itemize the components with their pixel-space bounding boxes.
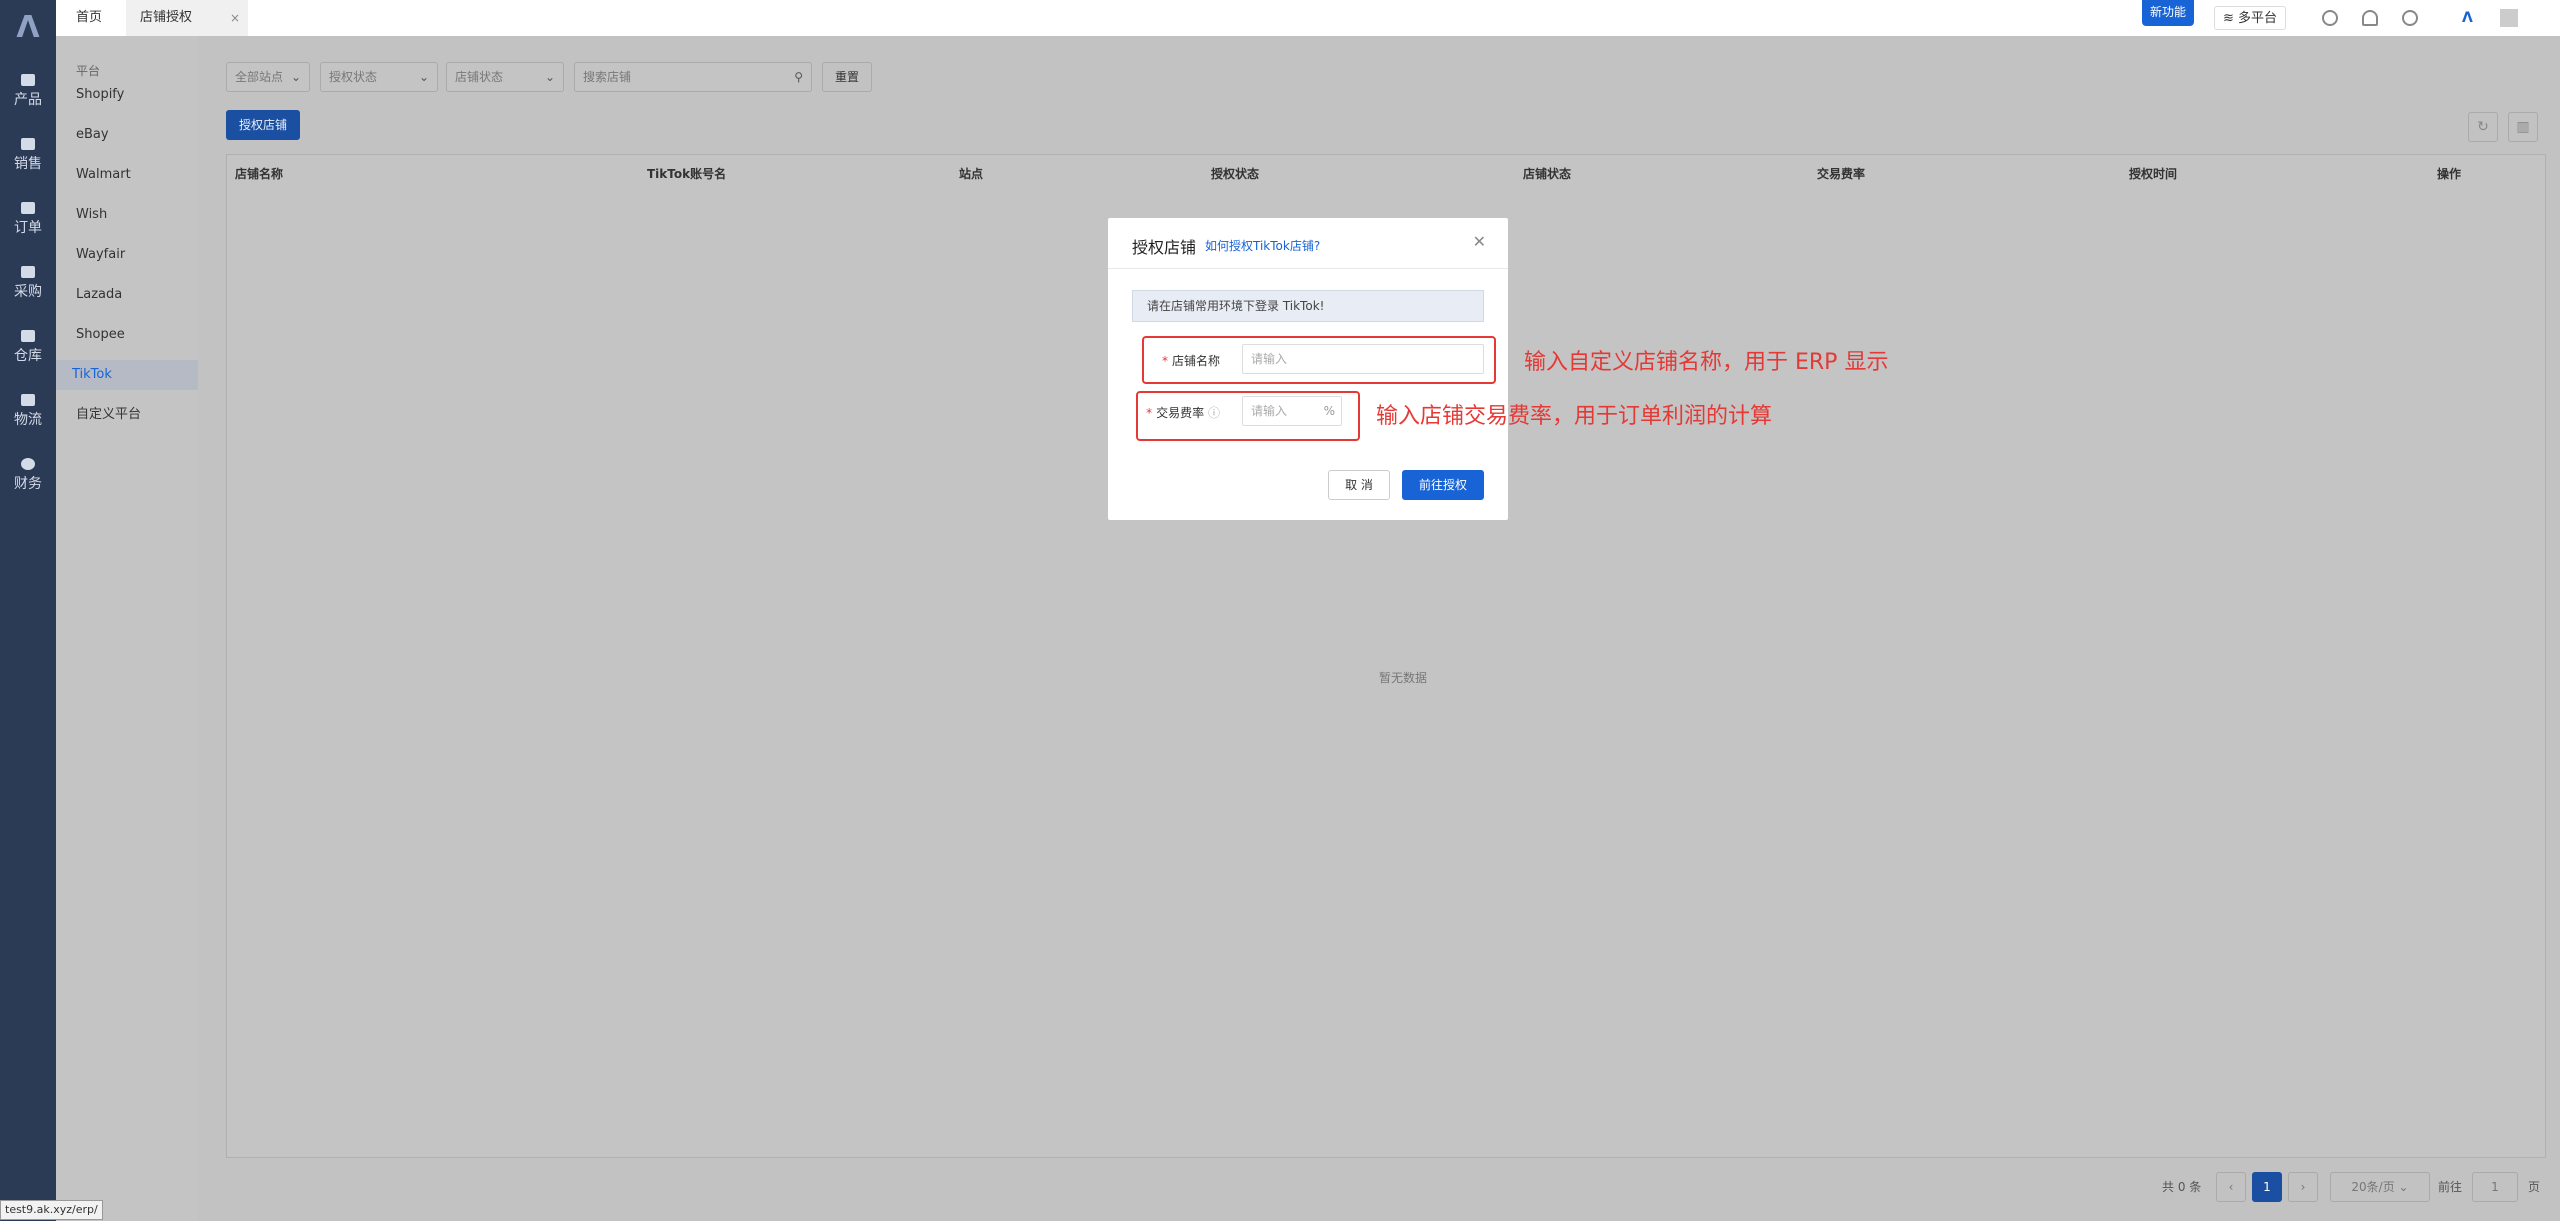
finance-icon bbox=[21, 458, 35, 470]
nav-finance[interactable]: 财务 bbox=[0, 448, 56, 502]
reset-button[interactable]: 重置 bbox=[822, 62, 872, 92]
multi-platform-label: 多平台 bbox=[2238, 11, 2278, 26]
subnav-item-custom[interactable]: 自定义平台 bbox=[56, 400, 198, 430]
total-count: 共 0 条 bbox=[2162, 1180, 2202, 1194]
col-auth-status: 授权状态 bbox=[1211, 167, 1260, 181]
product-icon bbox=[21, 74, 35, 86]
col-shop-name: 店铺名称 bbox=[235, 167, 284, 181]
prev-page-button[interactable]: ‹ bbox=[2216, 1172, 2246, 1202]
nav-logistics-label: 物流 bbox=[14, 412, 42, 428]
nav-product-label: 产品 bbox=[14, 92, 42, 108]
close-icon[interactable]: ✕ bbox=[1473, 232, 1486, 251]
nav-finance-label: 财务 bbox=[14, 476, 42, 492]
page-size-select[interactable]: 20条/页 ⌄ bbox=[2330, 1172, 2430, 1202]
tab-shop-auth-label: 店铺授权 bbox=[140, 10, 193, 25]
next-page-button[interactable]: › bbox=[2288, 1172, 2318, 1202]
cart-icon bbox=[21, 266, 35, 278]
status-url: test9.ak.xyz/erp/ bbox=[0, 1200, 103, 1220]
nav-purchase[interactable]: 采购 bbox=[0, 256, 56, 310]
col-site: 站点 bbox=[959, 167, 984, 181]
subnav-item-wish[interactable]: Wish bbox=[56, 200, 198, 230]
close-icon[interactable]: × bbox=[230, 0, 240, 36]
warehouse-icon bbox=[21, 330, 35, 342]
col-actions: 操作 bbox=[2437, 167, 2462, 181]
annotation-shop-name: 输入自定义店铺名称，用于 ERP 显示 bbox=[1524, 350, 1889, 375]
subnav-item-tiktok[interactable]: TikTok bbox=[56, 360, 198, 390]
download-icon[interactable] bbox=[2322, 10, 2338, 26]
modal-help-link[interactable]: 如何授权TikTok店铺? bbox=[1205, 237, 1320, 254]
modal-divider bbox=[1108, 268, 1508, 269]
auth-status-value: 授权状态 bbox=[329, 70, 378, 84]
shop-status-value: 店铺状态 bbox=[455, 70, 504, 84]
app-root: Λ 产品 销售 订单 采购 仓库 物流 财务 首页 店铺授权 × 新功能 ≋ 多平… bbox=[0, 0, 2560, 1221]
go-authorize-button[interactable]: 前往授权 bbox=[1402, 470, 1484, 500]
main-content: 全部站点 ⌄ 授权状态 ⌄ 店铺状态 ⌄ 搜索店铺 ⚲ 重置 授权店铺 ↻ ▥ 店铺名称… bbox=[206, 36, 2560, 1221]
col-auth-time: 授权时间 bbox=[2129, 167, 2178, 181]
logo-icon[interactable]: Λ bbox=[12, 12, 44, 44]
search-placeholder: 搜索店铺 bbox=[583, 70, 632, 84]
chevron-down-icon: ⌄ bbox=[544, 70, 555, 84]
search-input[interactable]: 搜索店铺 ⚲ bbox=[574, 62, 812, 92]
order-icon bbox=[21, 202, 35, 214]
layers-icon: ≋ bbox=[2223, 11, 2239, 26]
chevron-down-icon: ⌄ bbox=[290, 70, 301, 84]
subnav-item-shopee[interactable]: Shopee bbox=[56, 320, 198, 350]
col-shop-status: 店铺状态 bbox=[1523, 167, 1572, 181]
annotation-fee: 输入店铺交易费率，用于订单利润的计算 bbox=[1376, 404, 1773, 429]
goto-page-input[interactable]: 1 bbox=[2472, 1172, 2518, 1202]
modal-title: 授权店铺 bbox=[1132, 238, 1197, 257]
subnav-item-wayfair[interactable]: Wayfair bbox=[56, 240, 198, 270]
columns-icon[interactable]: ▥ bbox=[2508, 112, 2538, 142]
nav-warehouse[interactable]: 仓库 bbox=[0, 320, 56, 374]
tab-home[interactable]: 首页 bbox=[62, 0, 116, 36]
subnav-item-walmart[interactable]: Walmart bbox=[56, 160, 198, 190]
nav-order[interactable]: 订单 bbox=[0, 192, 56, 246]
col-tiktok-account: TikTok账号名 bbox=[647, 167, 727, 181]
brand-icon[interactable]: Λ bbox=[2462, 10, 2478, 26]
nav-logistics[interactable]: 物流 bbox=[0, 384, 56, 438]
tab-home-label: 首页 bbox=[76, 10, 103, 25]
main-sidebar: Λ 产品 销售 订单 采购 仓库 物流 财务 bbox=[0, 0, 56, 1221]
col-fee-rate: 交易费率 bbox=[1817, 167, 1866, 181]
page-1-button[interactable]: 1 bbox=[2252, 1172, 2282, 1202]
sales-icon bbox=[21, 138, 35, 150]
site-select[interactable]: 全部站点 ⌄ bbox=[226, 62, 310, 92]
site-select-value: 全部站点 bbox=[235, 70, 284, 84]
annotation-box-shop-name bbox=[1142, 336, 1496, 384]
platform-subnav: 平台 Shopify eBay Walmart Wish Wayfair Laz… bbox=[56, 36, 198, 1221]
modal-tip: 请在店铺常用环境下登录 TikTok! bbox=[1132, 290, 1484, 322]
page-size-value: 20条/页 bbox=[2351, 1180, 2395, 1194]
auth-shop-button[interactable]: 授权店铺 bbox=[226, 110, 300, 140]
chevron-down-icon: ⌄ bbox=[418, 70, 429, 84]
refresh-icon[interactable]: ↻ bbox=[2468, 112, 2498, 142]
bell-icon[interactable] bbox=[2362, 10, 2378, 26]
truck-icon bbox=[21, 394, 35, 406]
nav-sales-label: 销售 bbox=[14, 156, 42, 172]
subnav-item-shopify[interactable]: Shopify bbox=[56, 80, 198, 110]
cancel-button[interactable]: 取 消 bbox=[1328, 470, 1390, 500]
shop-status-select[interactable]: 店铺状态 ⌄ bbox=[446, 62, 564, 92]
empty-state: 暂无数据 bbox=[1379, 671, 1428, 685]
new-feature-badge[interactable]: 新功能 bbox=[2142, 0, 2195, 26]
nav-sales[interactable]: 销售 bbox=[0, 128, 56, 182]
nav-product[interactable]: 产品 bbox=[0, 64, 56, 118]
headset-icon[interactable] bbox=[2402, 10, 2418, 26]
subnav-item-lazada[interactable]: Lazada bbox=[56, 280, 198, 310]
search-icon[interactable]: ⚲ bbox=[794, 63, 803, 91]
goto-label: 前往 bbox=[2438, 1180, 2463, 1194]
auth-status-select[interactable]: 授权状态 ⌄ bbox=[320, 62, 438, 92]
multi-platform-button[interactable]: ≋ 多平台 bbox=[2214, 6, 2287, 30]
annotation-box-fee bbox=[1136, 391, 1360, 441]
subnav-item-ebay[interactable]: eBay bbox=[56, 120, 198, 150]
nav-purchase-label: 采购 bbox=[14, 284, 42, 300]
tab-shop-auth[interactable]: 店铺授权 × bbox=[126, 0, 248, 36]
nav-order-label: 订单 bbox=[14, 220, 42, 236]
platform-title: 平台 bbox=[76, 64, 101, 78]
nav-warehouse-label: 仓库 bbox=[14, 348, 42, 364]
avatar[interactable] bbox=[2500, 9, 2518, 27]
page-suffix: 页 bbox=[2528, 1180, 2541, 1194]
